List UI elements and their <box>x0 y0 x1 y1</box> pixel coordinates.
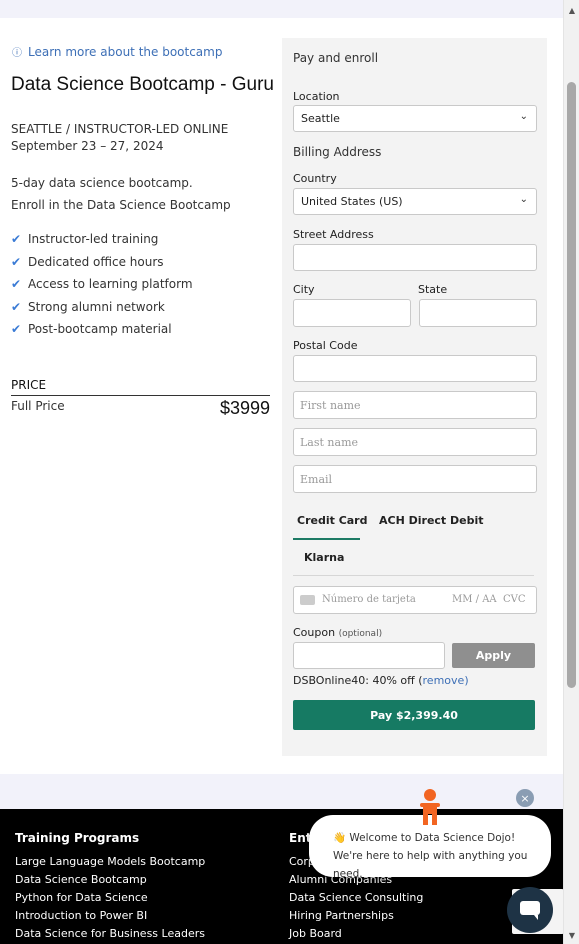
city-label: City <box>293 283 315 296</box>
coupon-input[interactable] <box>293 642 445 669</box>
last-name-input[interactable]: Last name <box>293 428 537 456</box>
tab-credit-card[interactable]: Credit Card <box>297 514 368 527</box>
location-value: Seattle <box>301 112 340 125</box>
active-tab-indicator <box>293 538 360 540</box>
tab-ach-direct-debit[interactable]: ACH Direct Debit <box>379 514 484 527</box>
coupon-label: Coupon (optional) <box>293 626 383 639</box>
footer-link[interactable]: Introduction to Power BI <box>15 909 147 922</box>
footer-link[interactable]: Job Board <box>289 927 342 940</box>
footer-link[interactable]: Data Science Bootcamp <box>15 873 147 886</box>
remove-coupon-link[interactable]: remove <box>423 674 465 687</box>
tab-divider <box>293 575 534 576</box>
scrollbar-thumb[interactable] <box>567 82 576 688</box>
full-price-label: Full Price <box>11 399 65 413</box>
card-number-input[interactable]: Número de tarjeta MM / AA CVC <box>293 586 537 614</box>
price-divider <box>11 395 270 396</box>
feature-item: ✔ Access to learning platform <box>11 277 193 292</box>
panel-title: Pay and enroll <box>293 51 379 65</box>
feature-item: ✔ Strong alumni network <box>11 299 165 314</box>
country-label: Country <box>293 172 337 185</box>
location-select[interactable]: Seattle ⌄ <box>293 105 537 132</box>
country-value: United States (US) <box>301 195 403 208</box>
email-placeholder: Email <box>300 473 333 486</box>
chat-icon <box>520 901 540 920</box>
check-icon: ✔ <box>11 232 22 247</box>
price-value: $3999 <box>219 398 270 418</box>
chevron-down-icon: ⌄ <box>519 111 528 122</box>
footer-link[interactable]: Data Science for Business Leaders <box>15 927 205 940</box>
bootcamp-dates: September 23 – 27, 2024 <box>11 139 164 153</box>
postal-input[interactable] <box>293 355 537 382</box>
first-name-placeholder: First name <box>300 399 361 412</box>
check-icon: ✔ <box>11 277 22 292</box>
state-label: State <box>418 283 448 296</box>
footer-link[interactable]: Hiring Partnerships <box>289 909 394 922</box>
feature-item: ✔ Instructor-led training <box>11 232 159 247</box>
coupon-applied-message: DSBOnline40: 40% off (remove) <box>293 674 469 687</box>
chat-close-icon[interactable]: × <box>516 789 534 807</box>
state-input[interactable] <box>419 299 537 327</box>
card-cvc-placeholder: CVC <box>503 594 526 605</box>
card-number-placeholder: Número de tarjeta <box>322 594 416 605</box>
chat-launcher-button[interactable] <box>507 887 553 933</box>
mascot-icon <box>420 789 440 825</box>
check-icon: ✔ <box>11 299 22 314</box>
price-label: PRICE <box>11 378 47 392</box>
street-label: Street Address <box>293 228 374 241</box>
last-name-placeholder: Last name <box>300 436 359 449</box>
email-input[interactable]: Email <box>293 465 537 493</box>
chevron-down-icon: ⌄ <box>519 194 528 205</box>
top-band <box>0 0 564 18</box>
footer-link[interactable]: Large Language Models Bootcamp <box>15 855 205 868</box>
check-icon: ✔ <box>11 322 22 337</box>
footer-link[interactable]: Python for Data Science <box>15 891 148 904</box>
scrollbar[interactable]: ▲ ▼ <box>563 0 579 944</box>
footer-training-heading: Training Programs <box>15 831 140 845</box>
tab-klarna[interactable]: Klarna <box>304 551 344 564</box>
description-1: 5-day data science bootcamp. <box>11 176 193 190</box>
footer-link[interactable]: Data Science Consulting <box>289 891 423 904</box>
page-title: Data Science Bootcamp - Guru <box>11 74 274 95</box>
pay-button[interactable]: Pay $2,399.40 <box>293 700 535 730</box>
card-expiry-placeholder: MM / AA <box>452 594 497 605</box>
feature-item: ✔ Post-bootcamp material <box>11 322 172 337</box>
mid-band <box>0 774 564 809</box>
postal-label: Postal Code <box>293 339 358 352</box>
credit-card-icon <box>300 595 315 605</box>
description-2: Enroll in the Data Science Bootcamp <box>11 198 231 212</box>
location-mode: SEATTLE / INSTRUCTOR-LED ONLINE <box>11 122 229 136</box>
chat-message: 👋 Welcome to Data Science Dojo! We're he… <box>333 832 528 880</box>
scroll-down-icon[interactable]: ▼ <box>569 931 575 940</box>
apply-coupon-button[interactable]: Apply <box>452 643 535 668</box>
check-icon: ✔ <box>11 254 22 269</box>
feature-item: ✔ Dedicated office hours <box>11 254 164 269</box>
country-select[interactable]: United States (US) ⌄ <box>293 188 537 215</box>
billing-title: Billing Address <box>293 145 382 159</box>
feature-list: ✔ Instructor-led training ✔ Dedicated offi… <box>11 228 193 341</box>
scroll-up-icon[interactable]: ▲ <box>569 6 575 15</box>
street-input[interactable] <box>293 244 537 271</box>
info-icon: ⓘ <box>12 48 22 59</box>
location-label: Location <box>293 90 340 103</box>
city-input[interactable] <box>293 299 411 327</box>
first-name-input[interactable]: First name <box>293 391 537 419</box>
learn-more-link[interactable]: ⓘ Learn more about the bootcamp <box>12 44 222 59</box>
